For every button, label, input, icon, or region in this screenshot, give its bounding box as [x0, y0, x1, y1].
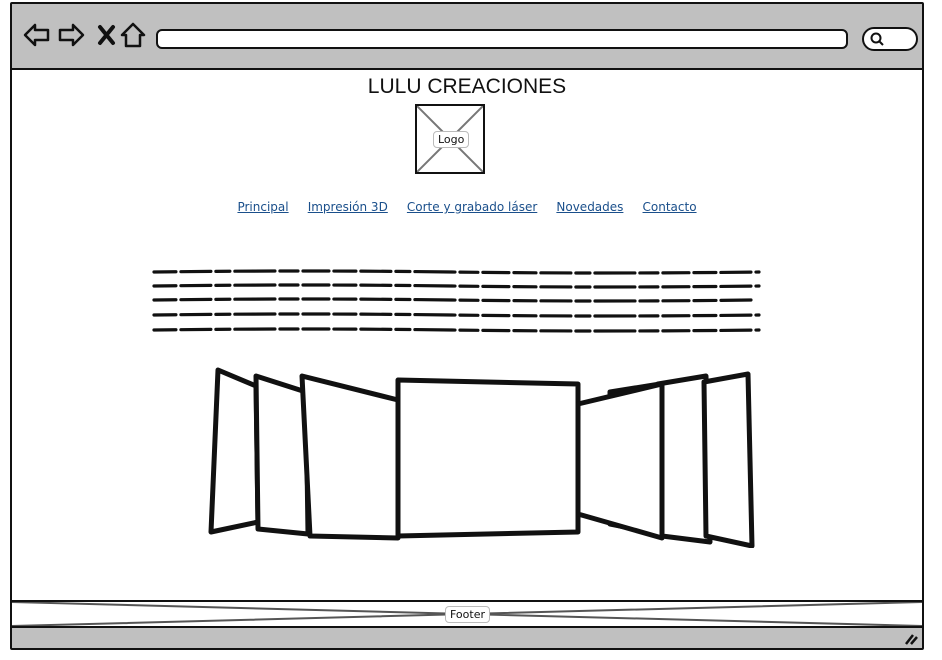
- carousel-slide-right-1: [701, 371, 755, 548]
- carousel-slide-left-1: [299, 373, 401, 541]
- nav-link-impresion-3d[interactable]: Impresión 3D: [308, 200, 388, 214]
- nav-link-corte-grabado-laser[interactable]: Corte y grabado láser: [407, 200, 537, 214]
- forward-arrow-icon[interactable]: [56, 20, 86, 50]
- carousel-slide-left-2: [253, 373, 311, 537]
- search-box[interactable]: [862, 27, 918, 51]
- footer-label: Footer: [445, 606, 490, 623]
- carousel-slide-center: [395, 377, 581, 539]
- browser-statusbar: [12, 628, 922, 648]
- main-nav: Principal Impresión 3D Corte y grabado l…: [12, 196, 922, 215]
- back-arrow-icon[interactable]: [22, 20, 52, 50]
- image-carousel[interactable]: [206, 364, 762, 548]
- search-icon[interactable]: [869, 31, 885, 47]
- carousel-slide-left-3: [208, 367, 261, 535]
- logo-label: Logo: [433, 131, 470, 148]
- nav-link-contacto[interactable]: Contacto: [643, 200, 697, 214]
- nav-link-principal[interactable]: Principal: [237, 200, 288, 214]
- page-footer: Footer: [12, 600, 922, 628]
- site-title: LULU CREACIONES: [367, 75, 567, 98]
- page-content: LULU CREACIONES Logo Principal Impresión…: [12, 70, 922, 600]
- nav-link-novedades[interactable]: Novedades: [556, 200, 623, 214]
- logo-placeholder: Logo: [415, 104, 485, 174]
- browser-toolbar: [12, 4, 922, 70]
- home-icon[interactable]: [118, 20, 148, 50]
- carousel-slide-right-near: [575, 381, 665, 541]
- placeholder-text-block: [152, 269, 761, 333]
- address-bar[interactable]: [156, 29, 848, 49]
- resize-grip-icon[interactable]: [904, 633, 918, 645]
- browser-window: LULU CREACIONES Logo Principal Impresión…: [10, 2, 924, 650]
